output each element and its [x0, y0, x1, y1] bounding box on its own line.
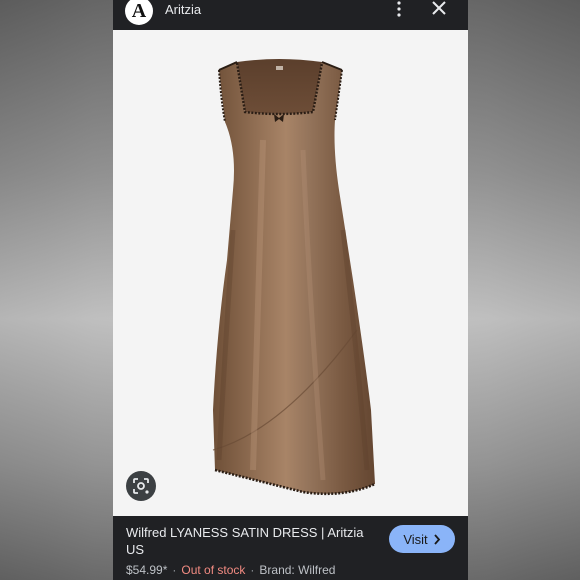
product-image[interactable]	[113, 30, 468, 516]
stock-status: Out of stock	[181, 563, 246, 577]
site-logo: A	[125, 0, 153, 25]
separator: ·	[250, 563, 255, 577]
price: $54.99*	[126, 563, 168, 577]
blurred-background-left	[0, 0, 113, 580]
lens-search-icon[interactable]	[126, 471, 156, 501]
visit-button[interactable]: Visit	[389, 525, 455, 553]
result-meta: $54.99* · Out of stock · Brand: Wilfred	[126, 563, 335, 577]
more-vert-icon[interactable]	[391, 0, 407, 18]
visit-button-label: Visit	[403, 531, 428, 547]
dress-image	[212, 59, 376, 496]
image-viewer: A Aritzia Wilfred LYANESS SATIN DRESS | …	[113, 0, 468, 580]
result-title[interactable]: Wilfred LYANESS SATIN DRESS | Aritzia US	[126, 524, 376, 558]
blurred-background-right	[468, 0, 580, 580]
close-icon[interactable]	[430, 0, 448, 18]
chevron-right-icon	[433, 533, 440, 545]
separator: ·	[172, 563, 177, 577]
result-panel: Wilfred LYANESS SATIN DRESS | Aritzia US…	[113, 516, 468, 580]
site-name[interactable]: Aritzia	[165, 2, 201, 17]
viewer-header: A Aritzia	[113, 0, 468, 30]
brand: Brand: Wilfred	[259, 563, 336, 577]
